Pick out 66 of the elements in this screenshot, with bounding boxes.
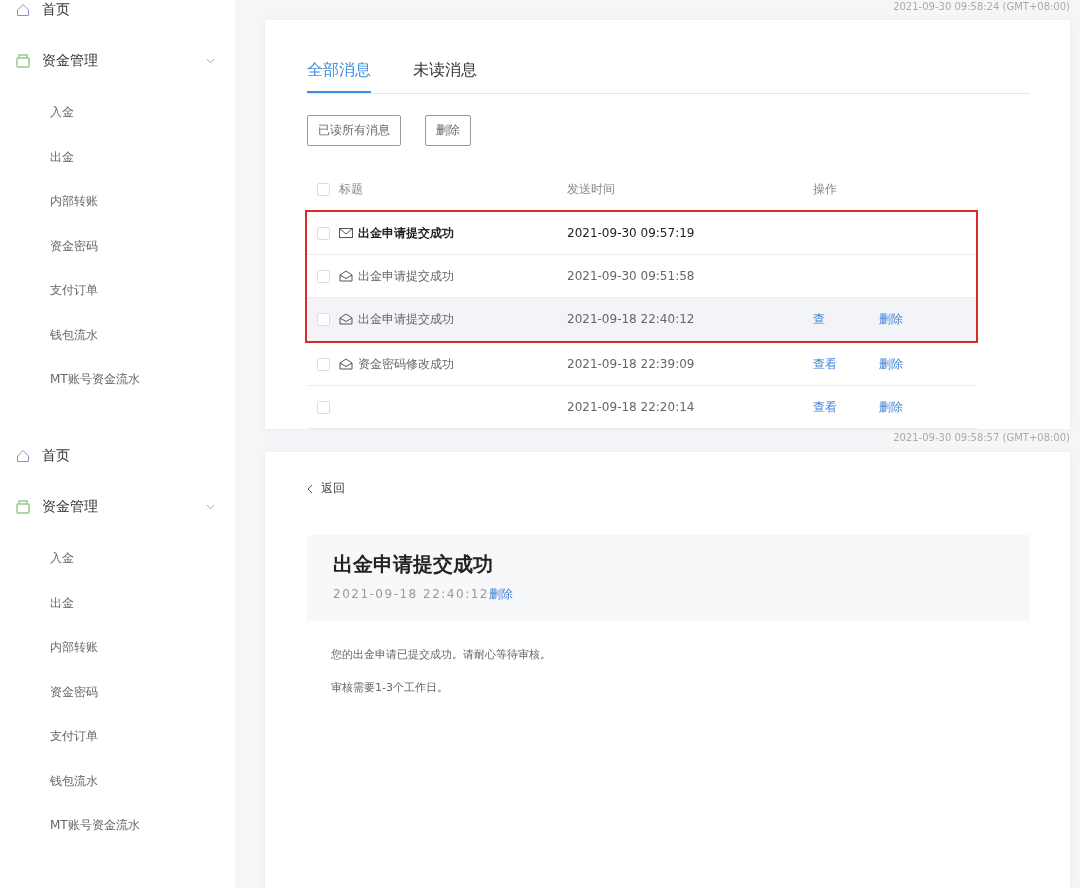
sidebar-subitem[interactable]: MT账号资金流水 [0, 369, 235, 389]
sidebar-subitem[interactable]: 资金密码 [0, 681, 235, 702]
delete-button[interactable]: 删除 [425, 115, 471, 146]
row-checkbox[interactable] [317, 269, 330, 283]
message-title: 出金申请提交成功 [358, 224, 454, 242]
message-time: 2021-09-18 22:40:12 [567, 312, 696, 326]
mark-all-read-button[interactable]: 已读所有消息 [307, 115, 401, 146]
message-title: 出金申请提交成功 [358, 310, 454, 328]
server-time: 2021-09-30 09:58:57 (GMT+08:00) [893, 431, 1070, 445]
row-checkbox[interactable] [317, 400, 330, 414]
message-body: 审核需要1-3个工作日。 [331, 680, 449, 695]
delete-link[interactable]: 删除 [879, 355, 978, 373]
sidebar-subitem[interactable]: 入金 [0, 102, 235, 122]
sidebar-subitem[interactable]: 钱包流水 [0, 324, 235, 345]
message-time: 2021-09-30 09:51:58 [567, 269, 696, 283]
row-checkbox[interactable] [317, 357, 330, 371]
home-icon [16, 449, 30, 463]
sidebar-item[interactable]: 首页 [0, 446, 235, 466]
message-title: 出金申请提交成功 [358, 267, 454, 285]
sidebar-subitem[interactable]: 支付订单 [0, 280, 235, 300]
message-row[interactable]: 出金申请提交成功 2021-09-18 22:40:12 查 删除 [307, 298, 976, 341]
delete-link[interactable]: 删除 [879, 310, 976, 328]
sidebar-subitem[interactable]: MT账号资金流水 [0, 815, 235, 835]
back-link[interactable]: 返回 [307, 480, 1030, 497]
open-envelope-icon [339, 358, 353, 370]
sidebar-group[interactable]: 资金管理 [0, 497, 235, 517]
message-time: 2021-09-18 22:20:14 [567, 400, 696, 414]
column-header: 发送时间 [567, 180, 616, 198]
chevron-left-icon [307, 483, 313, 494]
message-time: 2021-09-18 22:39:09 [567, 357, 696, 371]
sidebar-subitem[interactable]: 支付订单 [0, 726, 235, 746]
delete-link[interactable]: 删除 [879, 398, 978, 416]
wallet-icon [16, 500, 30, 514]
delete-link[interactable]: 删除 [488, 587, 513, 601]
view-link[interactable]: 查 [813, 310, 879, 328]
message-time: 2021-09-30 09:57:19 [567, 226, 696, 240]
message-body: 您的出金申请已提交成功。请耐心等待审核。 [331, 647, 552, 662]
sidebar-item[interactable]: 首页 [0, 0, 235, 20]
sidebar-group[interactable]: 资金管理 [0, 51, 235, 71]
column-header: 标题 [339, 180, 364, 198]
envelope-icon [339, 227, 353, 239]
open-envelope-icon [339, 313, 353, 325]
sidebar-subitem[interactable]: 内部转账 [0, 191, 235, 211]
sidebar-subitem[interactable]: 内部转账 [0, 637, 235, 657]
column-header: 操作 [813, 180, 838, 198]
server-time: 2021-09-30 09:58:24 (GMT+08:00) [893, 0, 1070, 14]
message-title: 资金密码修改成功 [358, 355, 454, 373]
sidebar-subitem[interactable]: 出金 [0, 592, 235, 613]
chevron-icon [206, 58, 215, 64]
open-envelope-icon [339, 270, 353, 282]
row-checkbox[interactable] [317, 312, 330, 326]
message-title: 出金申请提交成功 [333, 551, 494, 578]
sidebar-subitem[interactable]: 出金 [0, 146, 235, 167]
wallet-icon [16, 54, 30, 68]
chevron-icon [206, 504, 215, 510]
sidebar-subitem[interactable]: 入金 [0, 548, 235, 568]
tab[interactable]: 未读消息 [413, 60, 477, 93]
select-all-checkbox[interactable] [317, 182, 330, 196]
message-time: 2021-09-18 22:40:12 [333, 587, 489, 601]
view-link[interactable]: 查看 [813, 355, 879, 373]
sidebar-subitem[interactable]: 钱包流水 [0, 770, 235, 791]
sidebar-subitem[interactable]: 资金密码 [0, 235, 235, 256]
home-icon [16, 3, 30, 17]
view-link[interactable]: 查看 [813, 398, 879, 416]
row-checkbox[interactable] [317, 226, 330, 240]
tab[interactable]: 全部消息 [307, 60, 371, 93]
